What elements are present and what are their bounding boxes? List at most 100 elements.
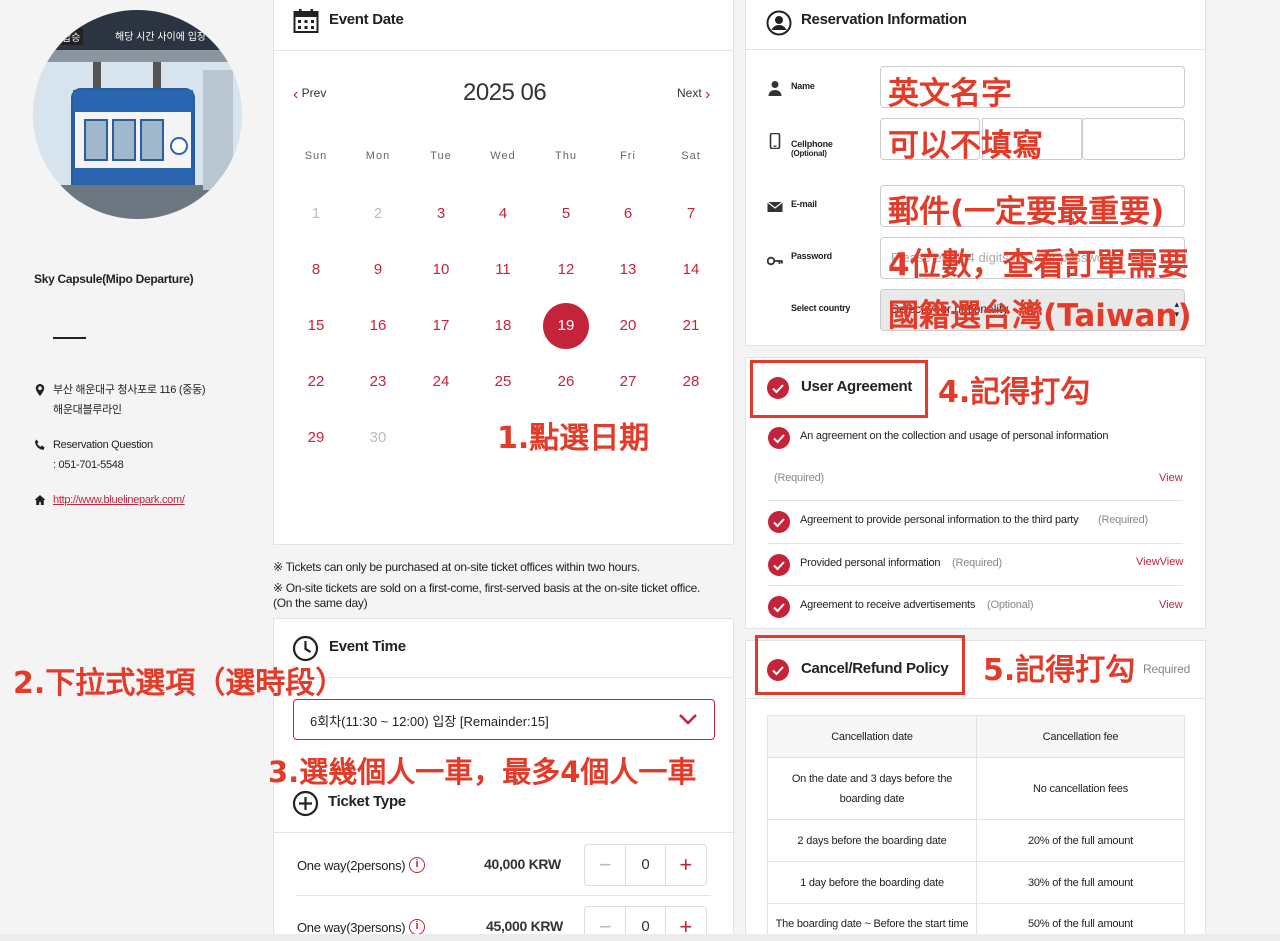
info-icon[interactable]: i — [409, 919, 425, 935]
annotation-step3: 3.選幾個人一車，最多4個人一車 — [268, 755, 697, 789]
calendar-month: 2025 06 — [463, 79, 547, 106]
calendar-day[interactable]: 26 — [543, 359, 589, 405]
photo-banner-left: 탑승 — [59, 28, 84, 45]
reservation-header: Reservation Information — [745, 0, 1206, 50]
increment-button[interactable]: + — [666, 845, 706, 885]
calendar-panel — [273, 50, 734, 545]
calendar-day[interactable]: 24 — [418, 359, 464, 405]
calendar-day[interactable]: 11 — [480, 247, 526, 293]
calendar-day[interactable]: 28 — [668, 359, 714, 405]
user-circle-icon — [766, 10, 792, 36]
note-3: (On the same day) — [273, 596, 368, 610]
divider — [768, 585, 1183, 586]
next-label: Next — [677, 86, 702, 100]
divider — [296, 895, 711, 896]
agree-ads-checkbox[interactable] — [768, 596, 790, 618]
calendar-day[interactable]: 25 — [480, 359, 526, 405]
address-line1: 부산 해운대구 청사포로 116 (중동) — [53, 384, 206, 396]
agree-personal-info-checkbox[interactable] — [768, 427, 790, 449]
view-link[interactable]: View — [1159, 599, 1183, 611]
quantity-value[interactable]: 0 — [625, 845, 666, 885]
divider — [53, 337, 86, 339]
divider — [768, 500, 1183, 501]
calendar-day[interactable]: 8 — [293, 247, 339, 293]
home-icon — [34, 495, 46, 505]
annotation-step1: 1.點選日期 — [497, 421, 650, 456]
map-pin-icon — [35, 384, 45, 396]
calendar-day[interactable]: 18 — [480, 303, 526, 349]
divider — [746, 698, 1205, 699]
calendar-day[interactable]: 20 — [605, 303, 651, 349]
check-icon — [773, 603, 785, 613]
agree-provided-info-checkbox[interactable] — [768, 554, 790, 576]
calendar-day[interactable]: 13 — [605, 247, 651, 293]
ticket-price-2p: 40,000 KRW — [484, 856, 561, 872]
calendar-day[interactable]: 4 — [480, 191, 526, 237]
calendar-day[interactable]: 9 — [355, 247, 401, 293]
column-header: Cancellation fee — [976, 715, 1185, 758]
table-cell: No cancellation fees — [976, 757, 1185, 820]
weekday-label: Tue — [430, 150, 452, 162]
mobile-phone-icon — [769, 133, 781, 149]
calendar-day[interactable]: 29 — [293, 415, 339, 461]
calendar-day-selected[interactable]: 19 — [543, 303, 589, 349]
question-label: Reservation Question — [53, 439, 153, 451]
time-slot-select[interactable]: 6회차(11:30 ~ 12:00) 입장 [Remainder:15] — [293, 699, 715, 740]
calendar-next[interactable]: Next › — [677, 84, 711, 103]
calendar-day[interactable]: 17 — [418, 303, 464, 349]
photo-banner-text: 해당 시간 사이에 입장 가 — [115, 32, 219, 43]
note-2: ※ On-site tickets are sold on a first-co… — [273, 581, 701, 595]
info-icon[interactable]: i — [409, 857, 425, 873]
calendar-day[interactable]: 6 — [605, 191, 651, 237]
table-cell: 2 days before the boarding date — [767, 819, 977, 862]
weekday-label: Mon — [365, 150, 391, 162]
venue-photo: 탑승 해당 시간 사이에 입장 가 — [33, 10, 242, 219]
calendar-day: 30 — [369, 429, 387, 446]
phone-last-field[interactable] — [1082, 118, 1185, 160]
agree-third-party-text: Agreement to provide personal informatio… — [800, 514, 1079, 526]
calendar-day[interactable]: 5 — [543, 191, 589, 237]
decrement-button[interactable]: − — [585, 845, 625, 885]
annotation-step4: 4.記得打勾 — [938, 375, 1091, 410]
calendar-day[interactable]: 22 — [293, 359, 339, 405]
calendar-day[interactable]: 15 — [293, 303, 339, 349]
calendar-day[interactable]: 12 — [543, 247, 589, 293]
divider — [768, 543, 1183, 544]
email-label: E-mail — [791, 199, 817, 209]
annotation-country-hint: 國籍選台灣(Taiwan) — [888, 298, 1192, 334]
weekday-label: Thu — [555, 150, 577, 162]
website-link[interactable]: http://www.bluelinepark.com/ — [53, 490, 185, 510]
calendar-day[interactable]: 23 — [355, 359, 401, 405]
ticket-label-2p: One way(2persons) — [297, 858, 406, 873]
phone-number: : 051-701-5548 — [53, 459, 124, 471]
calendar-day[interactable]: 14 — [668, 247, 714, 293]
calendar-day[interactable]: 21 — [668, 303, 714, 349]
annotation-name-hint: 英文名字 — [888, 76, 1012, 112]
table-cell: On the date and 3 days before the boardi… — [767, 757, 977, 820]
chevron-down-icon — [679, 714, 697, 725]
calendar-prev[interactable]: ‹ Prev — [293, 84, 326, 103]
required-tag: Required — [1143, 662, 1191, 676]
calendar-day[interactable]: 7 — [668, 191, 714, 237]
calendar-day: 1 — [311, 205, 321, 222]
chevron-right-icon: › — [705, 86, 711, 103]
annotation-step2: 2.下拉式選項（選時段） — [13, 666, 346, 701]
calendar-day[interactable]: 3 — [418, 191, 464, 237]
cellphone-label: Cellphone — [791, 139, 833, 149]
calendar-day[interactable]: 27 — [605, 359, 651, 405]
agree-personal-info-text: An agreement on the collection and usage… — [800, 430, 1109, 442]
view-link[interactable]: ViewView — [1136, 556, 1183, 568]
event-time-title: Event Time — [329, 638, 406, 655]
divider — [274, 832, 733, 833]
calendar-day[interactable]: 10 — [418, 247, 464, 293]
agree-third-party-checkbox[interactable] — [768, 511, 790, 533]
view-link[interactable]: View — [1159, 472, 1183, 484]
check-icon — [773, 434, 785, 444]
annotation-password-hint: 4位數，查看訂單需要 — [888, 247, 1189, 283]
event-date-title: Event Date — [329, 11, 404, 28]
agree-ads-text: Agreement to receive advertisements — [800, 599, 976, 611]
weekday-label: Sat — [681, 150, 701, 162]
table-cell: 20% of the full amount — [976, 819, 1185, 862]
ticket-type-title: Ticket Type — [328, 793, 406, 810]
calendar-day[interactable]: 16 — [355, 303, 401, 349]
